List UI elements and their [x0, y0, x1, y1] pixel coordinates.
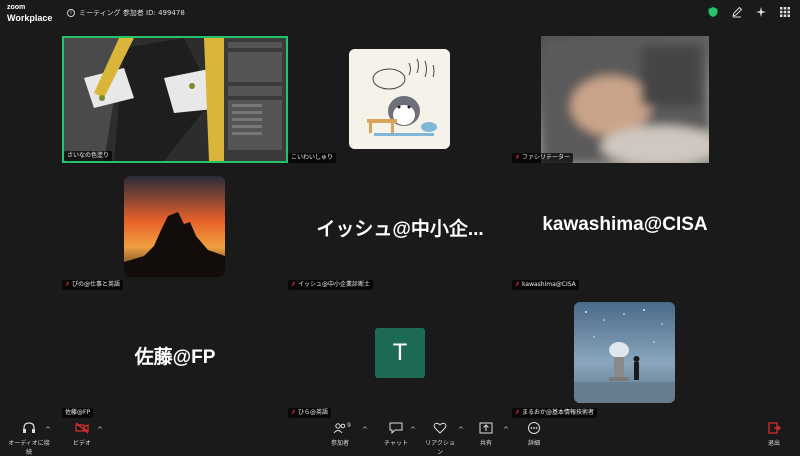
participant-name: ファシリテーター	[522, 154, 571, 161]
share-options-caret[interactable]: ^	[503, 426, 509, 434]
participant-initial: T	[392, 339, 408, 366]
participants-options-caret[interactable]: ^	[362, 426, 368, 434]
participant-initial-avatar: T	[375, 328, 425, 378]
more-icon	[526, 422, 542, 436]
participant-name: ひら@英語	[298, 409, 329, 416]
leave-button[interactable]: 退出	[764, 422, 784, 447]
participant-name-tag: ✗ ぴの@仕事と英語	[62, 280, 124, 290]
mic-muted-icon: ✗	[515, 409, 521, 416]
participant-name: kawashima@CISA	[522, 281, 576, 288]
meeting-info-button[interactable]: i ミーティング 参加者 ID: 499478	[67, 8, 185, 18]
participant-name: まるおか@基本情報技術者	[522, 409, 595, 416]
meeting-info-text: ミーティング 参加者 ID: 499478	[79, 9, 185, 17]
chat-icon	[388, 422, 404, 436]
participant-tile[interactable]: kawashima@CISA ✗ kawashima@CISA	[512, 168, 738, 290]
leave-icon	[766, 422, 782, 436]
mic-muted-icon: ✗	[515, 154, 521, 161]
top-icons	[706, 6, 792, 20]
participant-name-tag: ✗ まるおか@基本情報技術者	[512, 408, 598, 418]
participant-tile[interactable]: 佐藤@FP 佐藤@FP	[62, 296, 288, 418]
participant-display-name: イッシュ@中小企...	[316, 219, 484, 240]
mic-muted-icon: ✗	[65, 281, 71, 288]
chat-label: チャット	[384, 440, 408, 447]
participant-name-tag: 佐藤@FP	[62, 408, 94, 418]
sparkle-icon[interactable]	[754, 6, 768, 20]
audio-options-caret[interactable]: ^	[45, 426, 51, 434]
participant-tile[interactable]: ✗ ファシリテーター	[512, 36, 738, 163]
share-icon	[478, 422, 494, 436]
participant-name-tag: ✗ kawashima@CISA	[512, 280, 579, 290]
mic-muted-icon: ✗	[291, 409, 297, 416]
participant-video	[64, 38, 286, 161]
meeting-toolbar: オーディオに接続 ^ ビデオ ^ 9 参加者 ^ チャット ^ リアクション ^…	[0, 420, 800, 456]
participant-avatar	[349, 49, 450, 149]
share-label: 共有	[479, 440, 492, 447]
video-label: ビデオ	[72, 440, 91, 447]
logo-top: zoom	[7, 4, 26, 11]
participant-name-tag: さいなの色塗り	[64, 151, 113, 161]
participants-label: 参加者	[330, 440, 349, 447]
shield-icon[interactable]	[706, 6, 720, 20]
more-button[interactable]: 詳細	[524, 422, 544, 447]
participant-name: イッシュ@中小企業診断士	[298, 281, 371, 288]
participant-name-tag: ✗ ひら@英語	[288, 408, 332, 418]
participant-name: ぴの@仕事と英語	[72, 281, 121, 288]
share-button[interactable]: 共有	[476, 422, 496, 447]
zoom-logo: zoom Workplace	[7, 3, 52, 23]
logo-bottom: Workplace	[7, 13, 53, 23]
mic-muted-icon: ✗	[515, 281, 521, 288]
participant-avatar	[124, 176, 225, 277]
participants-button[interactable]: 9 参加者	[328, 422, 352, 447]
reactions-label: リアクション	[425, 440, 455, 456]
participant-video	[541, 36, 709, 163]
heart-icon	[432, 422, 448, 436]
participant-name-tag: ✗ イッシュ@中小企業診断士	[288, 280, 374, 290]
participant-tile[interactable]: ✗ まるおか@基本情報技術者	[512, 296, 738, 418]
participant-tile[interactable]: イッシュ@中小企... ✗ イッシュ@中小企業診断士	[288, 168, 512, 290]
audio-label: オーディオに接続	[8, 440, 50, 456]
participant-tile[interactable]: T ✗ ひら@英語	[288, 296, 512, 418]
leave-label: 退出	[767, 440, 780, 447]
participant-tile[interactable]: ✗ ぴの@仕事と英語	[62, 168, 288, 290]
participant-tile[interactable]: さいなの色塗り	[62, 36, 288, 163]
more-label: 詳細	[527, 440, 540, 447]
participant-name-tag: こいわいしゅり	[288, 153, 337, 163]
video-off-icon	[74, 422, 90, 436]
video-options-caret[interactable]: ^	[97, 426, 103, 434]
participants-icon: 9	[332, 422, 351, 436]
participant-tile[interactable]: こいわいしゅり	[288, 36, 512, 163]
mic-muted-icon: ✗	[291, 281, 297, 288]
participant-display-name: 佐藤@FP	[134, 347, 216, 368]
participant-name: こいわいしゅり	[291, 154, 334, 161]
chat-options-caret[interactable]: ^	[410, 426, 416, 434]
reactions-button[interactable]: リアクション	[424, 422, 456, 456]
top-bar: zoom Workplace i ミーティング 参加者 ID: 499478	[0, 0, 800, 28]
info-icon: i	[67, 9, 75, 17]
headphones-icon	[21, 422, 37, 436]
grid-icon[interactable]	[778, 6, 792, 20]
pen-icon[interactable]	[730, 6, 744, 20]
participant-count: 9	[347, 422, 351, 429]
participant-name-tag: ✗ ファシリテーター	[512, 153, 574, 163]
chat-button[interactable]: チャット	[384, 422, 408, 447]
video-button[interactable]: ビデオ	[68, 422, 96, 447]
participant-display-name: kawashima@CISA	[542, 214, 708, 235]
participant-name: さいなの色塗り	[67, 152, 110, 159]
participant-name: 佐藤@FP	[65, 409, 91, 416]
participant-avatar	[574, 302, 675, 403]
reactions-options-caret[interactable]: ^	[458, 426, 464, 434]
